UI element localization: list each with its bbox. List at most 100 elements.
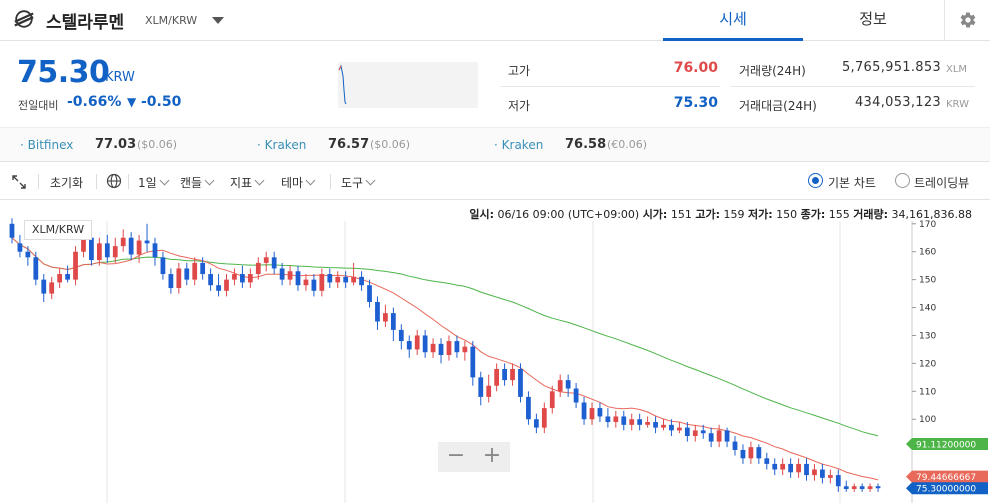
candle-body	[597, 408, 603, 417]
candle-body	[398, 329, 404, 342]
candle-body	[89, 237, 94, 261]
current-price: 75.30	[17, 55, 110, 90]
chart-toolbar: 초기화 1일 캔들 지표 테마 도구 기본 차트 트레이딩뷰	[0, 163, 990, 200]
candle-body	[549, 391, 555, 409]
candle-body	[192, 262, 198, 280]
candle-body	[875, 486, 881, 489]
trading-view-label[interactable]: 트레이딩뷰	[914, 174, 969, 191]
low-value: 75.30	[673, 95, 718, 111]
candle-body	[160, 257, 166, 275]
candle-body	[486, 385, 492, 397]
exchange-price: 77.03	[95, 137, 137, 152]
candle-body	[851, 486, 857, 490]
candle-body	[414, 335, 420, 350]
candle-body	[144, 240, 150, 244]
y-tick-label: 150	[919, 276, 936, 286]
candle-body	[541, 408, 547, 428]
candle-body	[343, 276, 349, 283]
gear-icon	[960, 12, 976, 28]
candle-body	[621, 416, 627, 425]
candle-body	[65, 274, 70, 280]
chevron-down-icon	[305, 175, 316, 186]
app-root: 스텔라루멘 XLM/KRW 시세 정보 75.30 KRW 전일대비 -0.66…	[0, 0, 990, 503]
candle-body	[859, 486, 865, 490]
exchange-price: 76.57	[328, 137, 370, 152]
volume-label: 거래량:	[853, 208, 889, 221]
candle-body	[446, 341, 452, 356]
indicator-dropdown[interactable]: 지표	[230, 174, 265, 191]
high-value: 76.00	[673, 60, 718, 76]
candle-body	[406, 341, 412, 350]
tab-info[interactable]: 정보	[803, 0, 943, 41]
candle-body	[375, 301, 380, 322]
candle-body	[804, 463, 809, 476]
theme-label: 테마	[281, 176, 304, 190]
theme-dropdown[interactable]: 테마	[281, 174, 316, 191]
candle-body	[724, 430, 730, 442]
down-arrow-icon: ▼	[127, 95, 137, 109]
candle-body	[216, 285, 221, 291]
low-value: 150	[776, 208, 798, 221]
y-tick-label: 160	[919, 248, 936, 258]
candle-body	[184, 268, 190, 280]
chevron-down-icon	[204, 175, 215, 186]
chevron-down-icon[interactable]	[212, 17, 224, 24]
tools-dropdown[interactable]: 도구	[341, 174, 376, 191]
basic-chart-radio[interactable]	[808, 173, 823, 188]
candle-body	[383, 313, 388, 322]
globe-icon[interactable]	[106, 173, 122, 189]
price-chart[interactable]: 170160150140130120110100908091.112000007…	[0, 201, 990, 503]
price-unit: KRW	[105, 70, 135, 85]
candle-body	[104, 243, 110, 258]
candle-body	[200, 262, 206, 275]
y-tick-label: 140	[919, 304, 936, 314]
exchange-name: · Kraken	[257, 138, 307, 152]
trading-view-radio[interactable]	[895, 173, 910, 188]
candle-body	[708, 433, 714, 442]
y-tick-label: 100	[919, 415, 936, 425]
period-label: 1일	[138, 176, 157, 190]
zoom-out-button[interactable]: −	[438, 442, 474, 472]
candle-body	[605, 416, 611, 423]
reset-button[interactable]: 초기화	[50, 174, 83, 191]
exchange-price: 76.58	[565, 137, 607, 152]
candle-dropdown[interactable]: 캔들	[180, 174, 215, 191]
high-label: 고가:	[695, 208, 720, 221]
zoom-in-button[interactable]: +	[474, 442, 510, 472]
candle-body	[573, 388, 579, 403]
close-value: 155	[828, 208, 850, 221]
candle-body	[637, 419, 643, 425]
low-label: 저가	[508, 99, 531, 113]
tab-quote[interactable]: 시세	[663, 0, 803, 41]
candle-body	[780, 463, 786, 470]
candle-body	[367, 285, 372, 302]
chevron-down-icon	[365, 175, 376, 186]
candle-body	[526, 396, 531, 420]
volume-value: 5,765,951.853	[841, 60, 941, 75]
exchange-sub: ($0.06)	[137, 138, 178, 151]
candle-body	[295, 271, 301, 286]
candle-body	[645, 422, 650, 425]
candle-body	[454, 341, 460, 353]
candle-body	[740, 449, 746, 459]
candle-body	[240, 274, 245, 283]
candle-body	[303, 279, 309, 286]
candle-body	[319, 274, 325, 291]
candle-body	[867, 486, 873, 490]
expand-icon[interactable]	[12, 175, 26, 189]
mini-sparkline	[338, 62, 478, 108]
coin-pair: XLM/KRW	[145, 14, 198, 27]
candle-body	[732, 441, 738, 450]
candle-body	[692, 430, 698, 436]
candle-body	[359, 276, 364, 286]
period-dropdown[interactable]: 1일	[138, 174, 170, 191]
settings-button[interactable]	[944, 0, 990, 41]
candle-body	[748, 447, 754, 459]
candle-body	[843, 486, 849, 490]
candle-body	[589, 408, 595, 420]
candle-body	[41, 279, 47, 294]
basic-chart-label[interactable]: 기본 차트	[828, 174, 876, 191]
candle-body	[176, 268, 182, 289]
candle-body	[796, 463, 801, 473]
open-label: 시가:	[642, 208, 668, 221]
